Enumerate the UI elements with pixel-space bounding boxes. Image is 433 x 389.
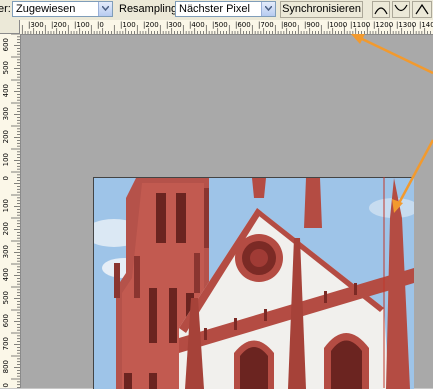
chevron-down-icon[interactable] — [261, 2, 275, 16]
ruler-tick-label: |200 — [51, 21, 67, 29]
synchronize-button[interactable]: Synchronisieren — [280, 1, 363, 18]
ruler-tick-label: 400 — [2, 268, 10, 282]
ruler-tick-label: 800 — [2, 360, 10, 374]
ruler-tick-label: 100 — [2, 153, 10, 167]
curve-up-icon[interactable] — [372, 1, 390, 18]
ruler-tick-label: |500 — [212, 21, 228, 29]
ruler-tick-label: |700 — [258, 21, 274, 29]
zoom-mode-select[interactable]: Zugewiesen — [12, 1, 113, 17]
resampling-label: Resampling: — [119, 3, 181, 15]
curve-down-icon[interactable] — [392, 1, 410, 18]
ruler-tick-label: |1200 — [373, 21, 394, 29]
ruler-corner — [0, 20, 20, 34]
ruler-tick-label: |0 — [97, 21, 104, 29]
ruler-tick-label: 400 — [2, 84, 10, 98]
ruler-tick-label: 300 — [2, 245, 10, 259]
ruler-tick-label: |800 — [281, 21, 297, 29]
chevron-down-icon[interactable] — [98, 2, 112, 16]
ruler-tick-label: |100 — [74, 21, 90, 29]
ruler-tick-label: 100 — [2, 199, 10, 213]
ruler-tick-label: 200 — [2, 222, 10, 236]
ruler-tick-label: |200 — [143, 21, 159, 29]
ruler-tick-label: |300 — [166, 21, 182, 29]
ruler-tick-label: 600 — [2, 314, 10, 328]
ruler-tick-label: 900 — [2, 383, 10, 388]
more-options-icon[interactable] — [412, 1, 432, 18]
ruler-tick-label: 700 — [2, 337, 10, 351]
ruler-tick-label: 0 — [2, 176, 10, 181]
ruler-tick-label: 500 — [2, 61, 10, 75]
options-toolbar: er: Zugewiesen Resampling: Nächster Pixe… — [0, 0, 433, 21]
zoom-mode-label: er: — [0, 3, 11, 15]
church-photo[interactable] — [93, 177, 414, 389]
ruler-tick-label: 200 — [2, 130, 10, 144]
ruler-tick-label: |900 — [304, 21, 320, 29]
horizontal-ruler[interactable]: |300 |200 |100 |0 |100 |200 |300 |400 |500 |600 |7… — [20, 20, 433, 35]
ruler-tick-label: |1000 — [327, 21, 348, 29]
ruler-tick-label: |1100 — [350, 21, 371, 29]
ruler-tick-label: |1300 — [396, 21, 417, 29]
resampling-value: Nächster Pixel — [179, 3, 250, 15]
ruler-tick-label: 600 — [2, 38, 10, 52]
ruler-tick-label: |1400 — [419, 21, 433, 29]
zoom-mode-value: Zugewiesen — [16, 3, 76, 15]
ruler-tick-label: 500 — [2, 291, 10, 305]
ruler-tick-label: |400 — [189, 21, 205, 29]
resampling-select[interactable]: Nächster Pixel — [175, 1, 276, 17]
ruler-tick-label: 300 — [2, 107, 10, 121]
ruler-tick-label: |100 — [120, 21, 136, 29]
vertical-ruler[interactable]: 600 500 400 300 200 100 0 100 200 300 400 500 600 700… — [0, 34, 21, 388]
ruler-tick-label: |600 — [235, 21, 251, 29]
ruler-tick-label: |300 — [28, 21, 44, 29]
